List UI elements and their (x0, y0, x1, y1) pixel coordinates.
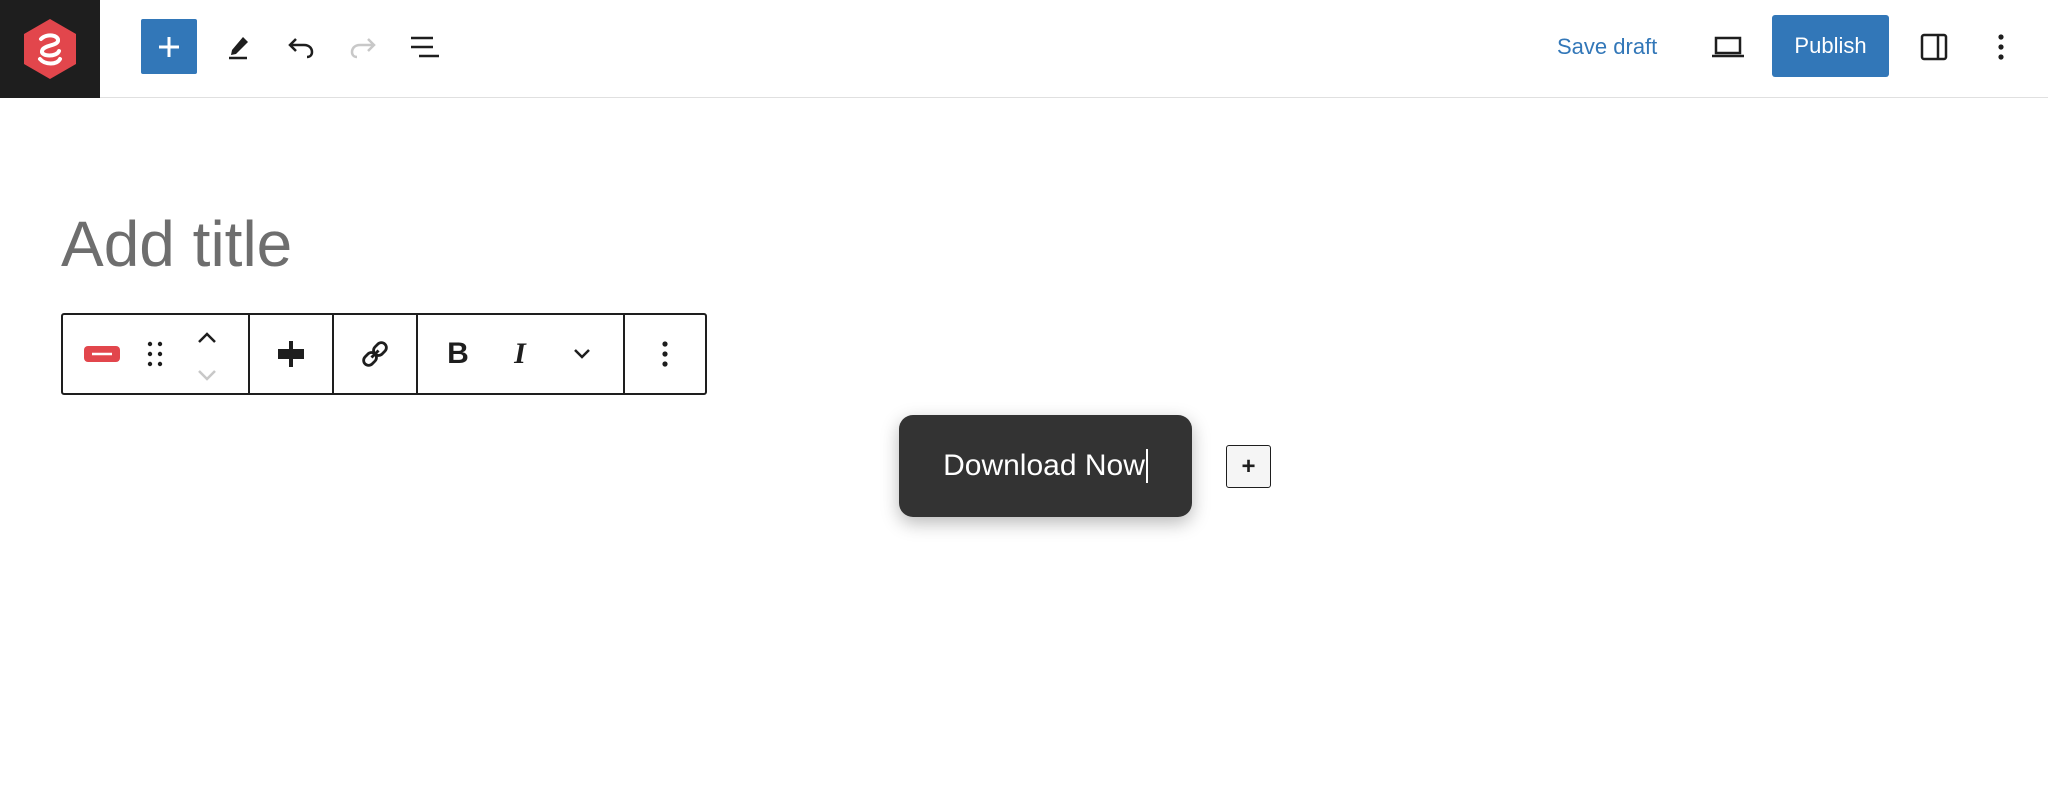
tools-button[interactable] (211, 19, 267, 74)
options-button[interactable] (1973, 19, 2029, 74)
save-draft-button[interactable]: Save draft (1547, 26, 1667, 68)
add-button-block[interactable]: + (1226, 445, 1271, 488)
undo-icon (288, 37, 314, 58)
laptop-icon (1712, 36, 1744, 57)
chevron-down-icon (574, 349, 590, 359)
inserter-toggle[interactable] (141, 19, 197, 74)
italic-button[interactable]: I (490, 315, 550, 393)
toolbar-divider (416, 315, 418, 393)
preview-button[interactable] (1700, 19, 1756, 74)
bold-label: B (447, 337, 469, 370)
redo-icon (350, 37, 376, 58)
button-block-icon (84, 346, 120, 362)
text-caret (1145, 449, 1148, 483)
block-options-button[interactable] (625, 315, 705, 393)
justify-icon (278, 341, 304, 367)
chevron-down-icon (198, 370, 216, 381)
site-logo-icon (24, 19, 76, 79)
move-down-button[interactable] (185, 357, 229, 393)
list-view-icon (411, 36, 439, 57)
plus-icon (159, 36, 179, 57)
italic-label: I (514, 337, 526, 370)
redo-button[interactable] (335, 19, 391, 74)
move-up-button[interactable] (185, 319, 229, 357)
chevron-up-icon (198, 332, 216, 343)
drag-handle[interactable] (135, 315, 175, 393)
bold-button[interactable]: B (428, 315, 488, 393)
post-title-input[interactable]: Add title (61, 206, 292, 282)
undo-button[interactable] (273, 19, 329, 74)
button-block[interactable]: Download Now (899, 415, 1192, 517)
link-icon (362, 341, 388, 367)
editor-header: Save draft Publish (0, 0, 2048, 98)
block-toolbar: B I (61, 313, 707, 395)
document-overview-button[interactable] (397, 19, 453, 74)
more-vertical-icon (1998, 33, 2004, 60)
button-block-text[interactable]: Download Now (943, 449, 1145, 483)
more-vertical-icon (662, 341, 668, 367)
block-type-button[interactable] (77, 315, 127, 393)
drag-handle-icon (147, 341, 163, 367)
settings-button[interactable] (1906, 19, 1962, 74)
justify-button[interactable] (250, 315, 332, 393)
pencil-icon (229, 36, 248, 59)
sidebar-icon (1920, 33, 1948, 60)
link-button[interactable] (334, 315, 416, 393)
publish-button[interactable]: Publish (1772, 15, 1889, 77)
more-rich-text-button[interactable] (552, 315, 612, 393)
site-logo[interactable] (0, 0, 100, 98)
